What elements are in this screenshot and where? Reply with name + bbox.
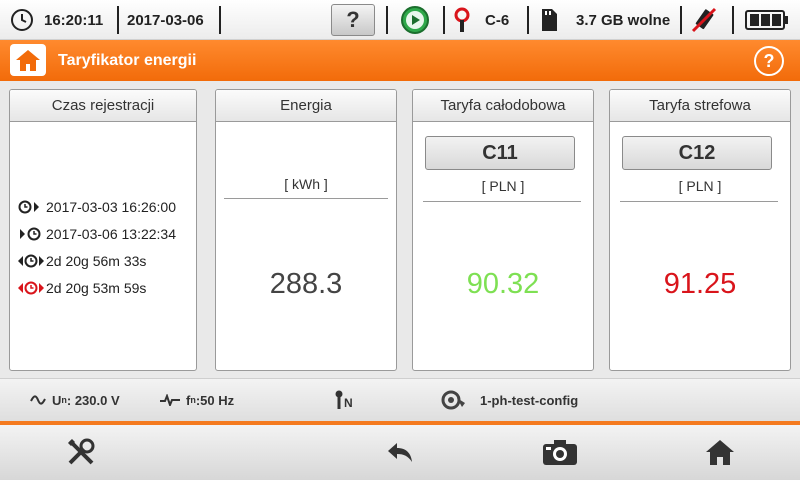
help-button[interactable]: ? <box>331 4 375 36</box>
active-duration-row: 2d 20g 53m 59s <box>18 280 146 296</box>
probe-icon <box>334 390 344 410</box>
usb-disconnected-icon <box>690 0 718 40</box>
active-duration-icon <box>18 281 46 295</box>
end-clock-icon <box>18 227 46 241</box>
panel-energy: Energia [ kWh ] 288.3 <box>215 89 397 371</box>
active-duration: 2d 20g 53m 59s <box>46 280 147 296</box>
end-time-row: 2017-03-06 13:22:34 <box>18 226 176 242</box>
clock-icon <box>10 0 34 40</box>
start-clock-icon <box>18 200 46 214</box>
panel-recording-time: Czas rejestracji 2017-03-03 16:26:00 201… <box>9 89 197 371</box>
nominal-frequency: f n:50 Hz <box>160 378 234 422</box>
status-time: 16:20:11 <box>44 11 104 29</box>
panel-tariff-flat: Taryfa całodobowa C11 [ PLN ] 90.32 <box>412 89 594 371</box>
config-clamp-icon <box>440 389 466 411</box>
network-type: N <box>334 378 353 422</box>
status-divider <box>680 6 682 34</box>
back-icon[interactable] <box>380 432 420 472</box>
info-bar <box>0 378 800 422</box>
status-divider <box>386 6 388 34</box>
panel-title: Energia <box>216 90 396 122</box>
home-icon[interactable] <box>10 44 46 76</box>
nominal-voltage: Un: 230.0 V <box>30 378 120 422</box>
camera-icon[interactable] <box>540 432 580 472</box>
duration-icon <box>18 254 46 268</box>
tariff-zone-unit: [ PLN ] <box>678 178 722 194</box>
divider <box>423 201 581 202</box>
clamp-icon <box>452 0 472 40</box>
duration: 2d 20g 56m 33s <box>46 253 147 269</box>
energy-unit: [ kWh ] <box>284 176 328 192</box>
panel-title: Taryfa strefowa <box>610 90 790 122</box>
tariff-c12-button[interactable]: C12 <box>622 136 772 170</box>
panel-title: Taryfa całodobowa <box>413 90 593 122</box>
status-divider <box>219 6 221 34</box>
status-divider <box>732 6 734 34</box>
start-time-row: 2017-03-03 16:26:00 <box>18 199 176 215</box>
status-date: 2017-03-06 <box>127 11 204 29</box>
tariff-c11-button[interactable]: C11 <box>425 136 575 170</box>
divider <box>620 201 778 202</box>
tariff-flat-unit: [ PLN ] <box>481 178 525 194</box>
storage-label: 3.7 GB wolne <box>576 11 671 29</box>
home-toolbar-icon[interactable] <box>700 432 740 472</box>
frequency-icon <box>160 394 180 406</box>
status-divider <box>117 6 119 34</box>
page-title: Taryfikator energii <box>58 51 197 69</box>
energy-value: 288.3 <box>269 268 343 300</box>
tariff-flat-value: 90.32 <box>466 268 540 300</box>
ac-wave-icon <box>30 395 46 405</box>
sd-card-icon <box>540 0 558 40</box>
status-divider <box>527 6 529 34</box>
status-divider <box>443 6 445 34</box>
duration-row: 2d 20g 56m 33s <box>18 253 146 269</box>
panel-tariff-zone: Taryfa strefowa C12 [ PLN ] 91.25 <box>609 89 791 371</box>
measurement-config: 1-ph-test-config <box>440 378 578 422</box>
end-time: 2017-03-06 13:22:34 <box>46 226 176 242</box>
clamp-label: C-6 <box>485 11 510 29</box>
start-time: 2017-03-03 16:26:00 <box>46 199 176 215</box>
battery-icon <box>745 0 789 40</box>
config-name: 1-ph-test-config <box>480 392 579 408</box>
play-icon[interactable] <box>400 0 430 40</box>
tools-icon[interactable] <box>61 432 101 472</box>
tariff-zone-value: 91.25 <box>663 268 737 300</box>
panel-title: Czas rejestracji <box>10 90 196 122</box>
help-icon[interactable]: ? <box>754 46 784 76</box>
divider <box>224 198 388 199</box>
